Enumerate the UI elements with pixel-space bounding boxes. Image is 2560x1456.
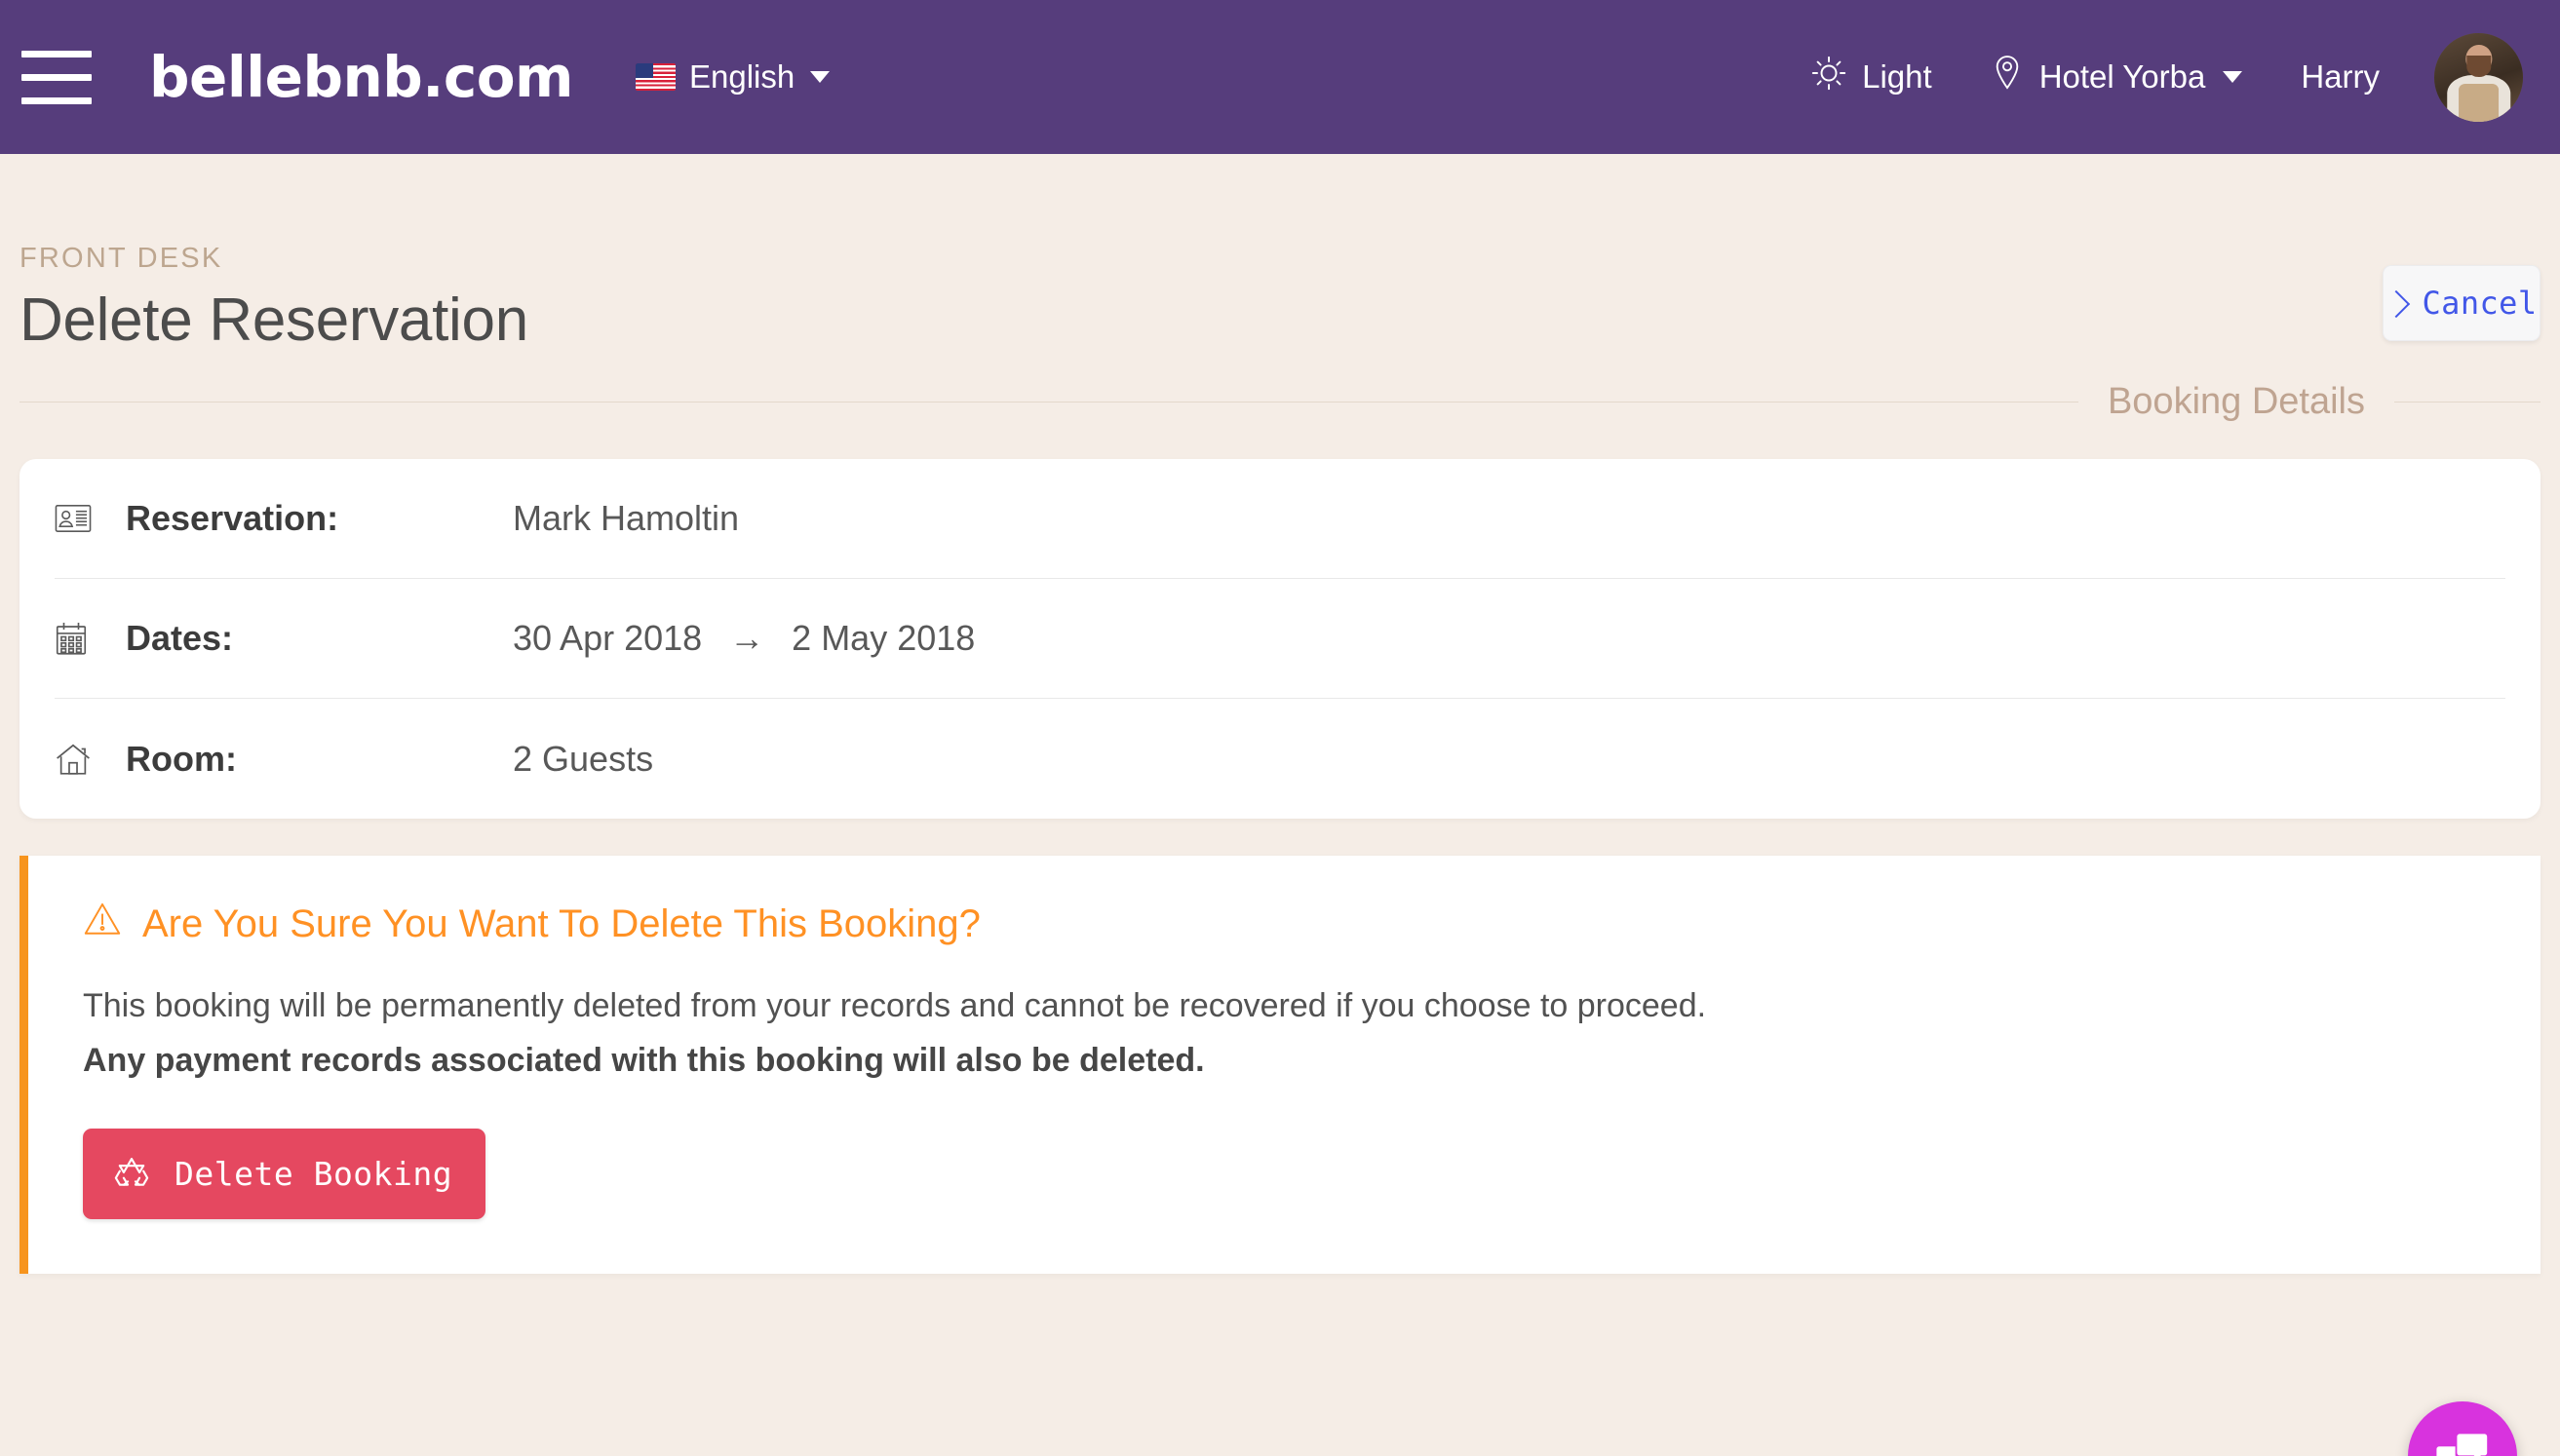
warning-triangle-icon [83,900,122,947]
id-card-icon [55,504,103,533]
theme-toggle[interactable]: Light [1782,56,1961,98]
avatar-beard [2465,56,2492,77]
table-row: Dates: 30 Apr 2018 → 2 May 2018 [55,579,2505,699]
cancel-button[interactable]: Cancel [2382,265,2541,341]
language-label: English [688,58,795,95]
house-icon [55,743,103,776]
page-wrapper: FRONT DESK Delete Reservation Cancel Boo… [19,154,2541,1456]
delete-booking-label: Delete Booking [175,1155,453,1193]
language-selector[interactable]: English [635,58,831,96]
hamburger-menu-icon[interactable] [21,50,92,104]
row-label: Dates: [126,618,234,658]
row-value: 2 Guests [513,739,653,780]
chat-widget-button[interactable] [2408,1401,2517,1456]
table-row: Reservation: Mark Hamoltin [55,459,2505,579]
avatar-apron [2458,84,2500,122]
brand-logo[interactable]: bellebnb.com [149,44,573,110]
recycle-icon [113,1154,150,1194]
warning-text-line-1: This booking will be permanently deleted… [83,987,1707,1024]
page-content: FRONT DESK Delete Reservation Cancel Boo… [0,154,2560,1456]
delete-booking-button[interactable]: Delete Booking [83,1129,486,1219]
guest-name: Mark Hamoltin [513,498,740,538]
hamburger-bar [21,96,92,104]
page-header: FRONT DESK Delete Reservation Cancel [19,154,2541,355]
property-label: Hotel Yorba [2038,58,2206,95]
booking-details-card: Reservation: Mark Hamoltin Dates: 30 Apr… [19,459,2541,819]
hamburger-bar [21,50,92,57]
page-heading-group: FRONT DESK Delete Reservation [19,243,528,355]
guest-count: 2 Guests [513,738,654,779]
cancel-button-label: Cancel [2422,285,2538,322]
warning-heading-text: Are You Sure You Want To Delete This Boo… [142,901,981,945]
chevron-down-icon [810,71,831,83]
chevron-down-icon [2223,71,2243,83]
chat-bubbles-icon [2435,1430,2490,1456]
section-title: Booking Details [2107,381,2365,422]
section-divider: Booking Details [19,381,2541,423]
hamburger-bar [21,73,92,81]
us-flag-icon [635,63,676,91]
row-label: Reservation: [126,498,339,538]
row-label: Room: [126,738,237,779]
location-pin-icon [1991,55,2024,99]
page-title: Delete Reservation [19,287,528,354]
delete-warning-panel: Are You Sure You Want To Delete This Boo… [19,856,2541,1274]
top-navigation-bar: bellebnb.com English Light Hotel Yorba H… [0,0,2560,154]
calendar-icon [55,621,103,656]
chevron-right-icon [2382,289,2410,318]
user-label: Harry [2301,58,2380,95]
breadcrumb: FRONT DESK [19,243,223,274]
row-value: Mark Hamoltin [513,498,739,539]
checkout-date: 2 May 2018 [792,618,976,658]
warning-text-line-2: Any payment records associated with this… [83,1041,1205,1079]
arrow-icon: → [729,618,765,658]
checkin-date: 30 Apr 2018 [513,618,703,658]
user-menu[interactable]: Harry [2271,58,2409,96]
sun-brightness-icon [1811,56,1846,98]
table-row: Room: 2 Guests [55,699,2505,819]
property-selector[interactable]: Hotel Yorba [1961,55,2272,99]
row-value: 30 Apr 2018 → 2 May 2018 [513,618,975,659]
header-actions: Light Hotel Yorba Harry [1782,32,2523,122]
theme-label: Light [1862,58,1932,95]
avatar[interactable] [2434,32,2523,122]
warning-heading: Are You Sure You Want To Delete This Boo… [83,900,2486,947]
